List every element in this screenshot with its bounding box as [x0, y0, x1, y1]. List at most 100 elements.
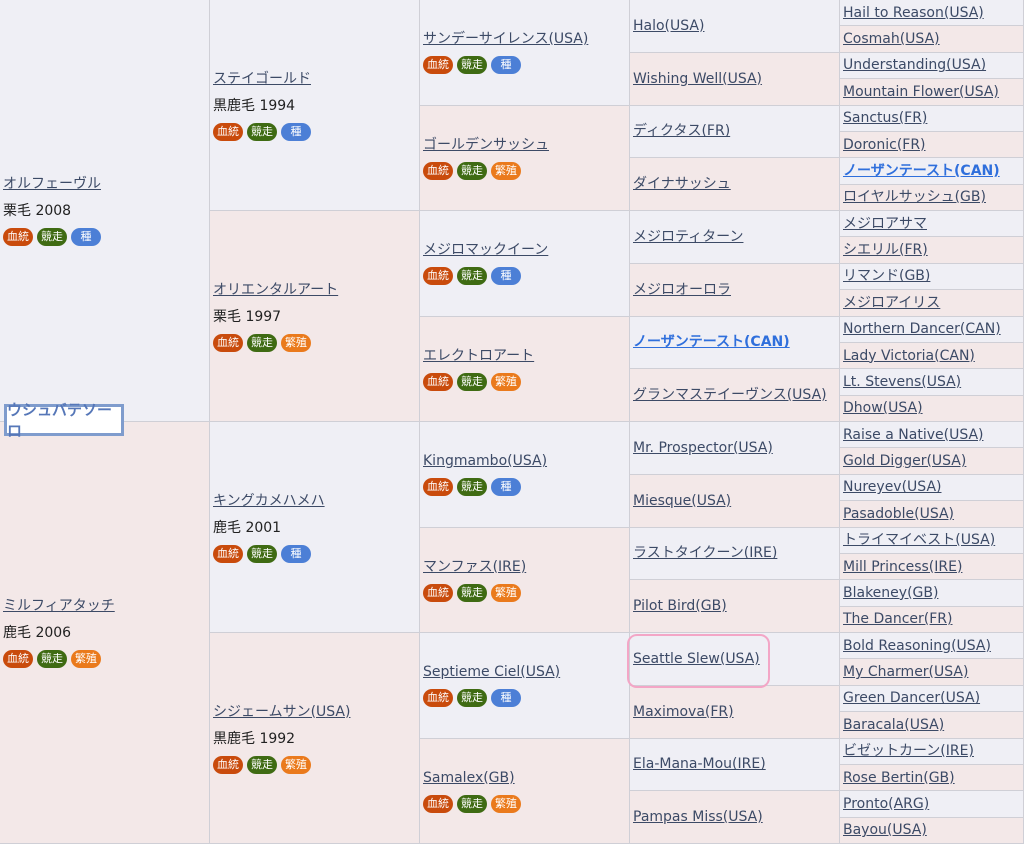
horse-name-link[interactable]: ステイゴールド	[213, 70, 419, 88]
horse-name-link[interactable]: Dhow(USA)	[843, 399, 1023, 417]
badge[interactable]: 繁殖	[491, 794, 521, 813]
horse-name-link[interactable]: Bayou(USA)	[843, 821, 1023, 839]
horse-name-link[interactable]: Baracala(USA)	[843, 716, 1023, 734]
badge[interactable]: 競走	[247, 122, 277, 141]
badge[interactable]: 種	[491, 689, 521, 708]
horse-name-link[interactable]: Mr. Prospector(USA)	[633, 439, 839, 457]
badge[interactable]: 繁殖	[491, 583, 521, 602]
horse-name-link[interactable]: Seattle Slew(USA)	[633, 650, 839, 668]
badge[interactable]: 競走	[247, 755, 277, 774]
horse-name-link[interactable]: Raise a Native(USA)	[843, 426, 1023, 444]
badge[interactable]: 種	[71, 228, 101, 246]
horse-name-link[interactable]: Understanding(USA)	[843, 56, 1023, 74]
horse-name-link[interactable]: Rose Bertin(GB)	[843, 769, 1023, 787]
horse-name-link[interactable]: Northern Dancer(CAN)	[843, 320, 1023, 338]
horse-name-link[interactable]: ダイナサッシュ	[633, 175, 839, 193]
badge[interactable]: 血統	[423, 478, 453, 497]
badge[interactable]: 種	[491, 267, 521, 286]
badge[interactable]: 血統	[213, 544, 243, 563]
badge[interactable]: 競走	[457, 267, 487, 286]
badge[interactable]: 競走	[457, 583, 487, 602]
horse-name-link[interactable]: Septieme Ciel(USA)	[423, 663, 629, 681]
badge[interactable]: 血統	[213, 333, 243, 352]
badge[interactable]: 種	[491, 478, 521, 497]
badge[interactable]: 繁殖	[71, 650, 101, 668]
horse-name-link[interactable]: ラストタイクーン(IRE)	[633, 544, 839, 562]
badge[interactable]: 血統	[423, 372, 453, 391]
badge[interactable]: 競走	[247, 333, 277, 352]
horse-name-link[interactable]: Pampas Miss(USA)	[633, 808, 839, 826]
horse-name-link[interactable]: Pilot Bird(GB)	[633, 597, 839, 615]
horse-name-link[interactable]: リマンド(GB)	[843, 267, 1023, 285]
badge[interactable]: 競走	[457, 689, 487, 708]
horse-name-link[interactable]: Wishing Well(USA)	[633, 70, 839, 88]
badge[interactable]: 競走	[457, 794, 487, 813]
horse-name-link[interactable]: Pronto(ARG)	[843, 795, 1023, 813]
badge[interactable]: 血統	[3, 228, 33, 246]
horse-name-link[interactable]: ディクタス(FR)	[633, 122, 839, 140]
horse-name-link[interactable]: The Dancer(FR)	[843, 610, 1023, 628]
horse-name-link[interactable]: メジロアイリス	[843, 294, 1023, 312]
badge[interactable]: 種	[281, 544, 311, 563]
badge[interactable]: 競走	[37, 228, 67, 246]
badge[interactable]: 競走	[457, 478, 487, 497]
horse-name-link[interactable]: Mountain Flower(USA)	[843, 83, 1023, 101]
horse-name-link[interactable]: グランマステイーヴンス(USA)	[633, 386, 839, 404]
badge[interactable]: 繁殖	[491, 372, 521, 391]
horse-name-link[interactable]: Green Dancer(USA)	[843, 689, 1023, 707]
badge[interactable]: 血統	[213, 122, 243, 141]
horse-name-link[interactable]: Bold Reasoning(USA)	[843, 637, 1023, 655]
horse-name-link[interactable]: Blakeney(GB)	[843, 584, 1023, 602]
horse-name-link[interactable]: Maximova(FR)	[633, 703, 839, 721]
badge[interactable]: 種	[281, 122, 311, 141]
horse-name-link[interactable]: Samalex(GB)	[423, 769, 629, 787]
horse-name-link[interactable]: ゴールデンサッシュ	[423, 136, 629, 154]
horse-name-link[interactable]: ビゼットカーン(IRE)	[843, 742, 1023, 760]
badge[interactable]: 血統	[423, 161, 453, 180]
badge[interactable]: 血統	[423, 583, 453, 602]
horse-name-link[interactable]: Doronic(FR)	[843, 136, 1023, 154]
horse-name-link[interactable]: ノーザンテースト(CAN)	[843, 162, 1023, 180]
badge[interactable]: 血統	[423, 267, 453, 286]
horse-name-link[interactable]: Cosmah(USA)	[843, 30, 1023, 48]
horse-name-link[interactable]: ミルフィアタッチ	[3, 597, 209, 615]
badge[interactable]: 血統	[423, 56, 453, 75]
badge[interactable]: 競走	[247, 544, 277, 563]
horse-name-link[interactable]: ノーザンテースト(CAN)	[633, 333, 839, 351]
horse-name-link[interactable]: メジロオーロラ	[633, 281, 839, 299]
horse-name-link[interactable]: トライマイベスト(USA)	[843, 531, 1023, 549]
horse-name-link[interactable]: ロイヤルサッシュ(GB)	[843, 188, 1023, 206]
badge[interactable]: 血統	[423, 689, 453, 708]
horse-name-link[interactable]: Miesque(USA)	[633, 492, 839, 510]
horse-name-link[interactable]: My Charmer(USA)	[843, 663, 1023, 681]
horse-name-link[interactable]: Lt. Stevens(USA)	[843, 373, 1023, 391]
horse-name-link[interactable]: オリエンタルアート	[213, 281, 419, 299]
horse-name-link[interactable]: メジロティターン	[633, 228, 839, 246]
badge[interactable]: 競走	[37, 650, 67, 668]
horse-name-link[interactable]: Pasadoble(USA)	[843, 505, 1023, 523]
horse-name-link[interactable]: Mill Princess(IRE)	[843, 558, 1023, 576]
badge[interactable]: 競走	[457, 372, 487, 391]
horse-name-link[interactable]: エレクトロアート	[423, 347, 629, 365]
horse-name-link[interactable]: マンファス(IRE)	[423, 558, 629, 576]
badge[interactable]: 血統	[213, 755, 243, 774]
badge[interactable]: 繁殖	[281, 755, 311, 774]
horse-name-link[interactable]: Lady Victoria(CAN)	[843, 347, 1023, 365]
horse-name-link[interactable]: Halo(USA)	[633, 17, 839, 35]
horse-name-link[interactable]: Hail to Reason(USA)	[843, 4, 1023, 22]
badge[interactable]: 種	[491, 56, 521, 75]
badge[interactable]: 繁殖	[281, 333, 311, 352]
horse-name-link[interactable]: Sanctus(FR)	[843, 109, 1023, 127]
badge[interactable]: 繁殖	[491, 161, 521, 180]
badge[interactable]: 競走	[457, 161, 487, 180]
badge[interactable]: 競走	[457, 56, 487, 75]
horse-name-link[interactable]: オルフェーヴル	[3, 175, 209, 193]
horse-name-link[interactable]: メジロマックイーン	[423, 241, 629, 259]
badge[interactable]: 血統	[423, 794, 453, 813]
horse-name-link[interactable]: Kingmambo(USA)	[423, 452, 629, 470]
horse-name-link[interactable]: Gold Digger(USA)	[843, 452, 1023, 470]
horse-name-link[interactable]: Ela-Mana-Mou(IRE)	[633, 755, 839, 773]
horse-name-link[interactable]: サンデーサイレンス(USA)	[423, 30, 629, 48]
horse-name-link[interactable]: シエリル(FR)	[843, 241, 1023, 259]
badge[interactable]: 血統	[3, 650, 33, 668]
